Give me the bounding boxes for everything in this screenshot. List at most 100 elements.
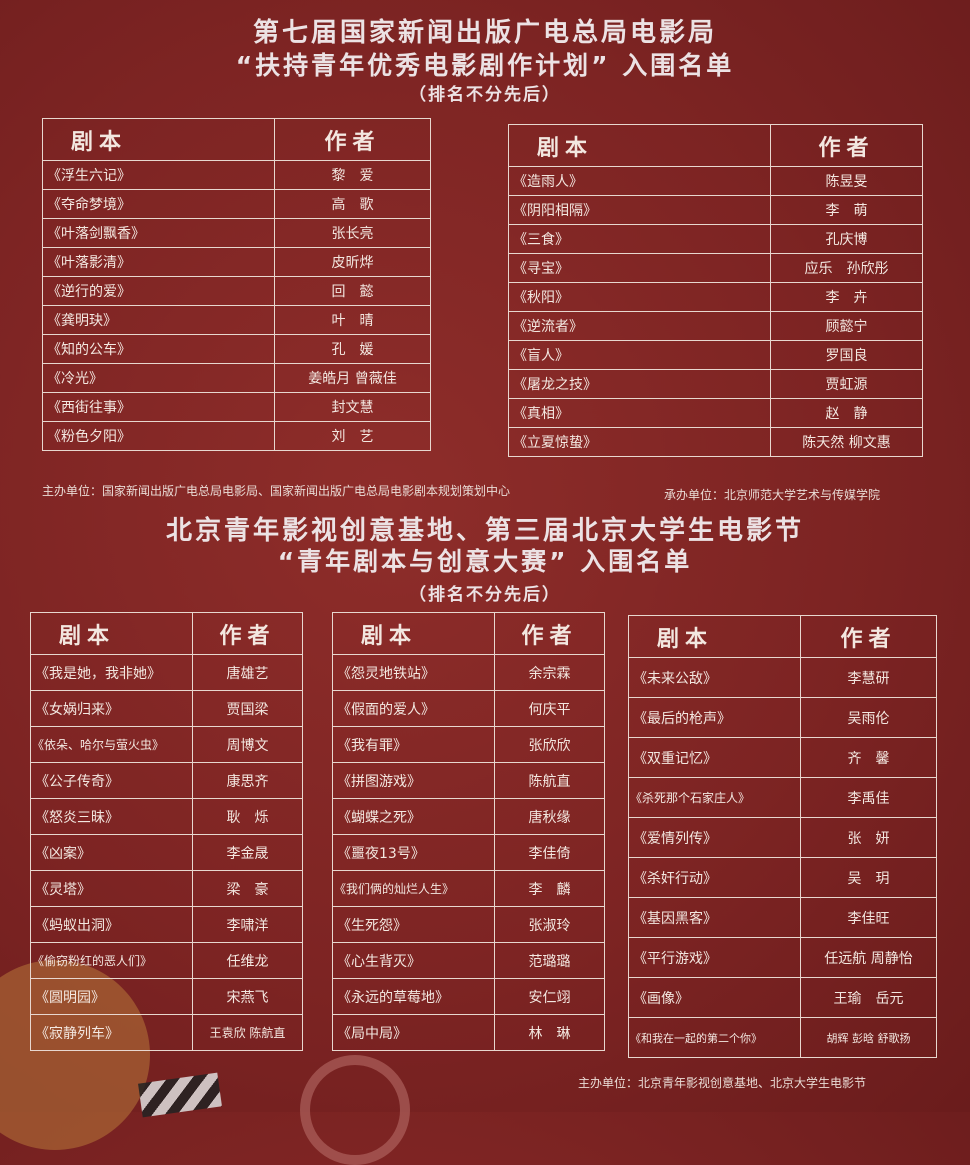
- author-name: 李 萌: [770, 195, 923, 225]
- script-name: 《立夏惊蛰》: [508, 427, 771, 457]
- author-name: 唐秋缘: [494, 798, 605, 835]
- header-author: 作者: [192, 612, 303, 655]
- script-name: 《心生背灭》: [332, 942, 495, 979]
- script-name: 《盲人》: [508, 340, 771, 370]
- section2-title-line2: “青年剧本与创意大赛” 入围名单: [277, 547, 693, 576]
- script-name: 《平行游戏》: [628, 937, 801, 978]
- author-name: 李禹佳: [800, 777, 937, 818]
- author-name: 何庆平: [494, 690, 605, 727]
- author-name: 刘 艺: [274, 421, 431, 451]
- section2-table-1: 剧本 作者 《我是她，我非她》 唐雄艺 《女娲归来》 贾国梁 《依朵、哈尔与萤火虫》…: [30, 612, 303, 1051]
- script-name: 《我有罪》: [332, 726, 495, 763]
- script-name: 《龚明玦》: [42, 305, 275, 335]
- script-name: 《寂静列车》: [30, 1014, 193, 1051]
- author-name: 贾国梁: [192, 690, 303, 727]
- script-name: 《蚂蚁出洞》: [30, 906, 193, 943]
- script-name: 《假面的爱人》: [332, 690, 495, 727]
- script-name: 《知的公车》: [42, 334, 275, 364]
- script-name: 《西街往事》: [42, 392, 275, 422]
- author-name: 王袁欣 陈航直: [192, 1014, 303, 1051]
- author-name: 李 麟: [494, 870, 605, 907]
- script-name: 《怒炎三昧》: [30, 798, 193, 835]
- section2-table-3: 剧本 作者 《未来公敌》 李慧研 《最后的枪声》 吴雨伦 《双重记忆》齐 馨 《杀死…: [628, 615, 937, 1058]
- script-name: 《灵塔》: [30, 870, 193, 907]
- script-name: 《叶落剑飘香》: [42, 218, 275, 248]
- script-name: 《拼图游戏》: [332, 762, 495, 799]
- script-name: 《未来公敌》: [628, 657, 801, 698]
- author-name: 陈昱旻: [770, 166, 923, 196]
- header-script: 剧本: [332, 612, 495, 655]
- author-name: 应乐 孙欣彤: [770, 253, 923, 283]
- author-name: 范璐璐: [494, 942, 605, 979]
- author-name: 孔 媛: [274, 334, 431, 364]
- author-name: 任维龙: [192, 942, 303, 979]
- author-name: 任远航 周静怡: [800, 937, 937, 978]
- header-author: 作者: [800, 615, 937, 658]
- section2-table-2: 剧本 作者 《怨灵地铁站》 余宗霖 《假面的爱人》 何庆平 《我有罪》 张欣欣 《拼图…: [332, 612, 605, 1051]
- script-name: 《依朵、哈尔与萤火虫》: [30, 726, 193, 763]
- author-name: 王瑜 岳元: [800, 977, 937, 1018]
- script-name: 《圆明园》: [30, 978, 193, 1015]
- author-name: 罗国良: [770, 340, 923, 370]
- header-author: 作者: [770, 124, 923, 167]
- author-name: 唐雄艺: [192, 654, 303, 691]
- script-name: 《杀奸行动》: [628, 857, 801, 898]
- script-name: 《生死怨》: [332, 906, 495, 943]
- section1-title-line1: 第七届国家新闻出版广电总局电影局: [252, 18, 717, 48]
- section1-sponsor: 主办单位：国家新闻出版广电总局电影局、国家新闻出版广电总局电影剧本规划策划中心: [42, 484, 511, 498]
- header-author: 作者: [494, 612, 605, 655]
- author-name: 叶 晴: [274, 305, 431, 335]
- script-name: 《冷光》: [42, 363, 275, 393]
- author-name: 张淑玲: [494, 906, 605, 943]
- script-name: 《杀死那个石家庄人》: [628, 777, 801, 818]
- header-script: 剧本: [628, 615, 801, 658]
- author-name: 吴雨伦: [800, 697, 937, 738]
- author-name: 皮昕烨: [274, 247, 431, 277]
- author-name: 顾懿宁: [770, 311, 923, 341]
- script-name: 《画像》: [628, 977, 801, 1018]
- script-name: 《我们俩的灿烂人生》: [332, 870, 495, 907]
- script-name: 《双重记忆》: [628, 737, 801, 778]
- author-name: 高 歌: [274, 189, 431, 219]
- script-name: 《公子传奇》: [30, 762, 193, 799]
- header-script: 剧本: [508, 124, 771, 167]
- author-name: 李慧研: [800, 657, 937, 698]
- author-name: 李 卉: [770, 282, 923, 312]
- section2-sponsor: 主办单位：北京青年影视创意基地、北京大学生电影节: [578, 1076, 867, 1090]
- author-name: 张 妍: [800, 817, 937, 858]
- header-script: 剧本: [42, 118, 275, 161]
- author-name: 李金晟: [192, 834, 303, 871]
- script-name: 《秋阳》: [508, 282, 771, 312]
- script-name: 《粉色夕阳》: [42, 421, 275, 451]
- script-name: 《屠龙之技》: [508, 369, 771, 399]
- header-script: 剧本: [30, 612, 193, 655]
- script-name: 《女娲归来》: [30, 690, 193, 727]
- section1-table-right: 剧本 作者 《造雨人》 陈昱旻 《阴阳相隔》李 萌 《三食》 孔庆博 《寻宝》 应乐 …: [508, 124, 923, 457]
- author-name: 李啸洋: [192, 906, 303, 943]
- section1-title-line2: “扶持青年优秀电影剧作计划” 入围名单: [235, 51, 735, 80]
- script-name: 《逆行的爱》: [42, 276, 275, 306]
- script-name: 《偷窃粉红的恶人们》: [30, 942, 193, 979]
- script-name: 《噩夜13号》: [332, 834, 495, 871]
- author-name: 黎 爱: [274, 160, 431, 190]
- script-name: 《我是她，我非她》: [30, 654, 193, 691]
- script-name: 《逆流者》: [508, 311, 771, 341]
- script-name: 《阴阳相隔》: [508, 195, 771, 225]
- author-name: 封文慧: [274, 392, 431, 422]
- script-name: 《局中局》: [332, 1014, 495, 1051]
- section1-organizer: 承办单位：北京师范大学艺术与传媒学院: [664, 488, 881, 502]
- film-reel-decoration: [300, 1055, 410, 1165]
- author-name: 姜皓月 曾薇佳: [274, 363, 431, 393]
- author-name: 胡辉 彭晗 舒歌扬: [800, 1017, 937, 1058]
- script-name: 《和我在一起的第二个你》: [628, 1017, 801, 1058]
- author-name: 陈天然 柳文惠: [770, 427, 923, 457]
- author-name: 宋燕飞: [192, 978, 303, 1015]
- script-name: 《凶案》: [30, 834, 193, 871]
- author-name: 梁 豪: [192, 870, 303, 907]
- author-name: 贾虹源: [770, 369, 923, 399]
- section2-subtitle: （排名不分先后）: [409, 585, 561, 605]
- author-name: 回 懿: [274, 276, 431, 306]
- author-name: 李佳旺: [800, 897, 937, 938]
- script-name: 《永远的草莓地》: [332, 978, 495, 1015]
- script-name: 《叶落影清》: [42, 247, 275, 277]
